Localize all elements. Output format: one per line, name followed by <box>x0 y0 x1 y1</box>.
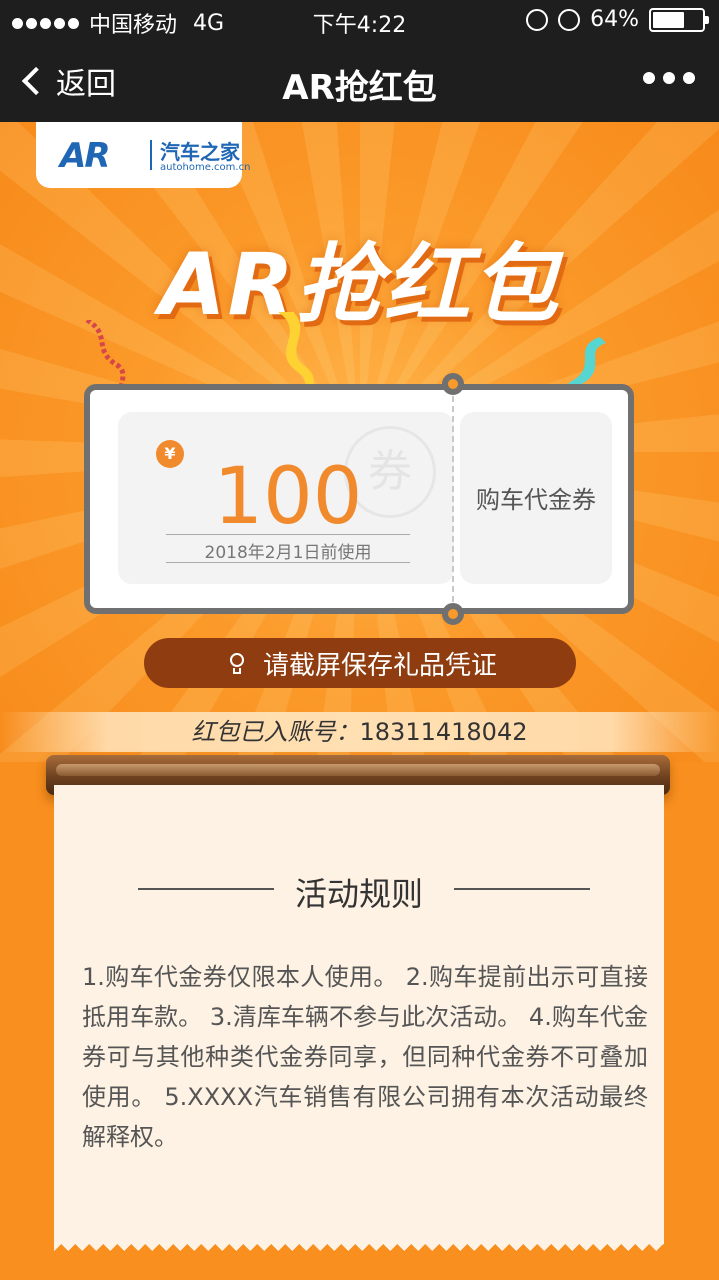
autohome-logo: AR 汽车之家 autohome.com.cn <box>36 122 250 188</box>
rotation-lock-icon <box>526 8 549 31</box>
hero-section: AR 汽车之家 autohome.com.cn AR抢红包 ¥ 券 100 20… <box>0 122 719 762</box>
rules-text: 1.购车代金券仅限本人使用。 2.购车提前出示可直接抵用车款。 3.清库车辆不参… <box>82 963 648 1151</box>
battery-icon <box>649 7 709 32</box>
coupon-ticket: ¥ 券 100 2018年2月1日前使用 购车代金券 <box>84 373 634 625</box>
lightbulb-icon <box>223 649 251 677</box>
battery-percent: 64% <box>590 7 639 32</box>
account-label: 红包已入账号： <box>191 718 360 746</box>
logo-name: 汽车之家 <box>160 140 240 164</box>
coupon-type: 购车代金券 <box>476 486 596 514</box>
save-screenshot-hint: 请截屏保存礼品凭证 <box>144 638 576 688</box>
logo-mark: AR <box>60 136 110 176</box>
more-menu-button[interactable] <box>643 72 695 84</box>
coupon-expiry: 2018年2月1日前使用 <box>204 543 372 563</box>
page-title: AR抢红包 <box>282 68 437 108</box>
ticket-divider <box>452 396 454 602</box>
coupon-type-area: 购车代金券 <box>460 412 612 584</box>
account-bar: 红包已入账号：18311418042 <box>0 712 719 752</box>
logo-divider <box>150 140 152 170</box>
status-bar: 中国移动 4G 下午4:22 64% <box>0 0 719 40</box>
rules-panel: 活动规则 1.购车代金券仅限本人使用。 2.购车提前出示可直接抵用车款。 3.清… <box>54 785 664 1251</box>
save-hint-text: 请截屏保存礼品凭证 <box>262 650 497 681</box>
logo-url: autohome.com.cn <box>160 162 251 173</box>
more-dots-icon <box>643 72 655 84</box>
coupon-amount: 100 <box>213 452 363 542</box>
rules-title: 活动规则 <box>294 875 423 913</box>
coupon-amount-area: ¥ 券 100 2018年2月1日前使用 <box>118 412 454 584</box>
rules-header: 活动规则 <box>54 869 664 913</box>
status-right: 64% <box>526 7 709 32</box>
account-number: 18311418042 <box>359 718 528 746</box>
alarm-icon <box>558 8 581 31</box>
nav-bar: 返回 AR抢红包 <box>0 40 719 122</box>
